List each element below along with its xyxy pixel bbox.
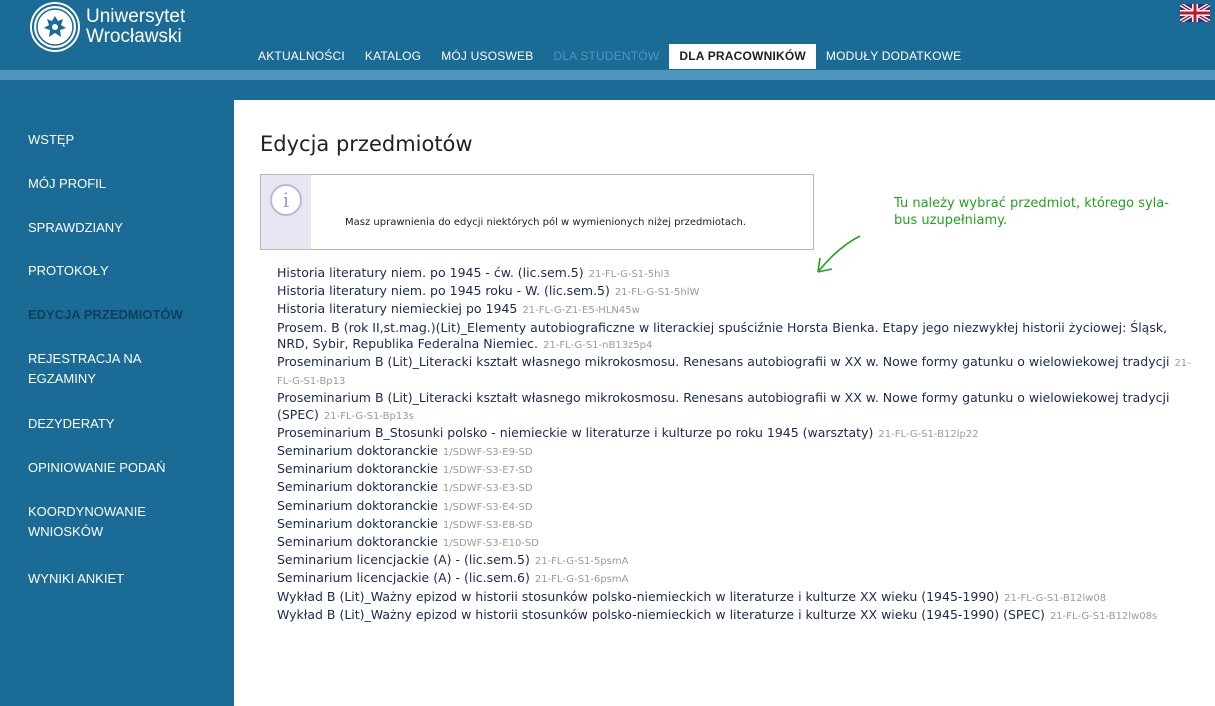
course-code: 1/SDWF-S3-E8-SD (442, 519, 533, 531)
course-code: 21-FL-G-S1-B12lw08s (1049, 610, 1158, 622)
course-link[interactable]: Historia literatury niem. po 1945 - ćw. … (277, 265, 1197, 283)
sidebar-item-label: EGZAMINY (28, 371, 96, 386)
course-code: 21-FL-G-S1-5hlW (614, 287, 700, 299)
info-message: i Masz uprawnienia do edycji niektórych … (260, 174, 814, 250)
course-name: Wykład B (Lit)_Ważny epizod w historii s… (277, 606, 1045, 622)
course-link[interactable]: Proseminarium B (Lit)_Literacki kształt … (277, 354, 1197, 390)
course-link[interactable]: Seminarium doktoranckie 1/SDWF-S3-E3-SD (277, 479, 1197, 497)
course-name: Seminarium doktoranckie (277, 479, 438, 495)
sidebar-item-opiniowanie-podan[interactable]: OPINIOWANIE PODAŃ (28, 458, 165, 478)
course-link[interactable]: Historia literatury niemieckiej po 1945 2… (277, 301, 1197, 319)
course-link[interactable]: Seminarium doktoranckie 1/SDWF-S3-E4-SD (277, 498, 1197, 516)
course-name: Seminarium doktoranckie (277, 443, 438, 459)
sidebar-item-dezyderaty[interactable]: DEZYDERATY (28, 414, 114, 434)
course-name: Historia literatury niem. po 1945 - ćw. … (277, 265, 584, 280)
sidebar-item-protokoly[interactable]: PROTOKOŁY (28, 261, 109, 281)
course-code: 1/SDWF-S3-E3-SD (442, 483, 533, 495)
sidebar-item-wyniki-ankiet[interactable]: WYNIKI ANKIET (28, 569, 124, 589)
nav-moduly-dodatkowe[interactable]: MODUŁY DODATKOWE (816, 44, 971, 69)
course-name: Seminarium licencjackie (A) - (lic.sem.6… (277, 570, 530, 586)
course-name: Wykład B (Lit)_Ważny epizod w historii s… (277, 588, 1000, 604)
course-code: 1/SDWF-S3-E9-SD (442, 447, 533, 459)
sidebar-item-sprawdziany[interactable]: SPRAWDZIANY (28, 218, 123, 238)
course-name: Historia literatury niem. po 1945 roku -… (277, 283, 610, 299)
logo-line2: Wrocławski (86, 26, 182, 47)
annotation-line: Tu należy wybrać przedmiot, którego syla… (894, 196, 1169, 211)
course-name: Seminarium doktoranckie (277, 534, 438, 550)
nav-dla-studentow[interactable]: DLA STUDENTÓW (543, 44, 669, 69)
course-code: 21-FL-G-S1-5hl3 (588, 269, 670, 280)
sidebar-item-edycja-przedmiotow[interactable]: EDYCJA PRZEDMIOTÓW (28, 305, 183, 325)
course-link[interactable]: Proseminarium B (Lit)_Literacki kształt … (277, 390, 1197, 424)
university-logo[interactable]: Uniwersytet Wrocławski (32, 4, 185, 50)
logo-text: Uniwersytet Wrocławski (86, 7, 185, 47)
sidebar-item-label: REJESTRACJA NA (28, 351, 142, 366)
sidebar-item-rejestracja[interactable]: REJESTRACJA NA EGZAMINY (28, 349, 141, 389)
sidebar-item-koordynowanie[interactable]: KOORDYNOWANIE WNIOSKÓW (28, 502, 146, 542)
main-nav: AKTUALNOŚCI KATALOG MÓJ USOSWEB DLA STUD… (248, 44, 971, 69)
main-content: Edycja przedmiotów i Masz uprawnienia do… (234, 100, 1215, 706)
course-link[interactable]: Seminarium doktoranckie 1/SDWF-S3-E9-SD (277, 443, 1197, 461)
course-link[interactable]: Seminarium doktoranckie 1/SDWF-S3-E7-SD (277, 461, 1197, 479)
course-link[interactable]: Proseminarium B_Stosunki polsko - niemie… (277, 425, 1197, 443)
course-name: Historia literatury niemieckiej po 1945 (277, 301, 518, 317)
course-code: 1/SDWF-S3-E4-SD (442, 501, 533, 513)
course-code: 21-FL-G-S1-5psmA (534, 556, 629, 568)
crest-icon (32, 4, 78, 50)
info-text: Masz uprawnienia do edycji niektórych pó… (345, 217, 747, 228)
course-link[interactable]: Seminarium licencjackie (A) - (lic.sem.5… (277, 552, 1197, 570)
annotation-line: bus uzupełniamy. (894, 213, 1008, 228)
sidebar-item-wstep[interactable]: WSTĘP (28, 130, 74, 150)
sidebar-item-moj-profil[interactable]: MÓJ PROFIL (28, 174, 106, 194)
logo-line1: Uniwersytet (86, 6, 186, 27)
nav-katalog[interactable]: KATALOG (355, 44, 431, 69)
sidebar: WSTĘP MÓJ PROFIL SPRAWDZIANY PROTOKOŁY E… (0, 80, 234, 706)
course-link[interactable]: Prosem. B (rok II,st.mag.)(Lit)_Elementy… (277, 320, 1197, 354)
course-link[interactable]: Seminarium doktoranckie 1/SDWF-S3-E10-SD (277, 534, 1197, 552)
course-name: Proseminarium B_Stosunki polsko - niemie… (277, 424, 874, 440)
course-code: 21-FL-G-S1-6psmA (534, 574, 629, 586)
course-code: 21-FL-G-S1-B12lp22 (878, 428, 979, 440)
course-name: Seminarium doktoranckie (277, 497, 438, 513)
sidebar-item-label: KOORDYNOWANIE (28, 504, 146, 519)
header: Uniwersytet Wrocławski AKTUALNOŚCI KATAL… (0, 0, 1215, 70)
course-name: Proseminarium B (Lit)_Literacki kształt … (277, 354, 1170, 370)
course-link[interactable]: Wykład B (Lit)_Ważny epizod w historii s… (277, 607, 1197, 625)
course-name: Seminarium licencjackie (A) - (lic.sem.5… (277, 552, 530, 568)
course-link[interactable]: Seminarium doktoranckie 1/SDWF-S3-E8-SD (277, 516, 1197, 534)
nav-dla-pracownikow[interactable]: DLA PRACOWNIKÓW (669, 44, 816, 69)
nav-moj-usosweb[interactable]: MÓJ USOSWEB (431, 44, 543, 69)
page-title: Edycja przedmiotów (260, 132, 473, 156)
course-list: Historia literatury niem. po 1945 - ćw. … (277, 265, 1197, 625)
course-link[interactable]: Historia literatury niem. po 1945 roku -… (277, 283, 1197, 301)
course-name: Seminarium doktoranckie (277, 461, 438, 477)
course-link[interactable]: Wykład B (Lit)_Ważny epizod w historii s… (277, 589, 1197, 607)
course-name: Prosem. B (rok II,st.mag.)(Lit)_Elementy… (277, 319, 1168, 351)
course-code: 21-FL-G-S1-B12lw08 (1004, 592, 1107, 604)
course-code: 1/SDWF-S3-E10-SD (442, 538, 539, 550)
info-icon: i (269, 183, 303, 221)
course-code: 1/SDWF-S3-E7-SD (442, 465, 533, 477)
nav-aktualnosci[interactable]: AKTUALNOŚCI (248, 44, 355, 69)
course-code: 21-FL-G-Z1-E5-HLN45w (522, 305, 640, 317)
sidebar-item-label: WNIOSKÓW (28, 524, 104, 539)
svg-text:i: i (283, 188, 289, 212)
header-stripe (0, 70, 1215, 80)
uk-flag-icon[interactable] (1178, 2, 1212, 24)
course-code: 21-FL-G-S1-nB13z5p4 (543, 339, 653, 351)
course-link[interactable]: Seminarium licencjackie (A) - (lic.sem.6… (277, 570, 1197, 588)
annotation-note: Tu należy wybrać przedmiot, którego syla… (894, 195, 1204, 229)
course-code: 21-FL-G-S1-Bp13s (323, 410, 414, 422)
course-name: Seminarium doktoranckie (277, 515, 438, 531)
